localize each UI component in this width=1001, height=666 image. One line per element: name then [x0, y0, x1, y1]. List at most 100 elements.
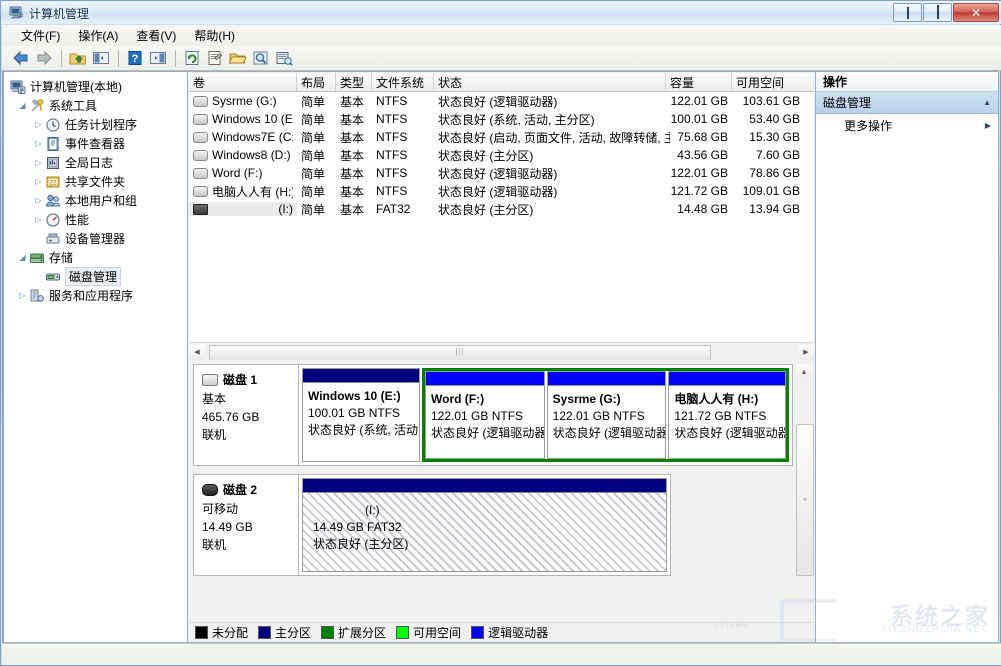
- refresh-icon[interactable]: [181, 48, 203, 69]
- open-folder-icon[interactable]: [227, 48, 249, 69]
- expander-collapsed-icon[interactable]: ▷: [16, 289, 29, 302]
- menu-action[interactable]: 操作(A): [69, 25, 127, 46]
- table-row[interactable]: Word (F:) 简单 基本 NTFS 状态良好 (逻辑驱动器) 122.01…: [189, 164, 814, 182]
- sidebar-item-label: 共享文件夹: [65, 173, 125, 190]
- action-more-actions[interactable]: 更多操作 ▶: [816, 114, 998, 136]
- volume-layout: 简单: [297, 111, 336, 128]
- drive-icon: [193, 150, 208, 161]
- window-frame: 计算机管理 ✕ 文件(F) 操作(A) 查看(V) 帮助(H): [0, 0, 1001, 666]
- expander-none: [32, 270, 45, 283]
- column-header-type[interactable]: 类型: [336, 73, 372, 91]
- maximize-button[interactable]: [923, 3, 952, 22]
- volume-filesystem: NTFS: [372, 184, 434, 198]
- chevron-right-icon[interactable]: ▶: [985, 121, 991, 130]
- menu-view[interactable]: 查看(V): [127, 25, 185, 46]
- table-row[interactable]: Windows7E (C:) 简单 基本 NTFS 状态良好 (启动, 页面文件…: [189, 128, 814, 146]
- expander-collapsed-icon[interactable]: ▷: [32, 194, 45, 207]
- expander-collapsed-icon[interactable]: ▷: [32, 137, 45, 150]
- chevron-up-icon[interactable]: ▲: [983, 98, 991, 107]
- volume-type: 基本: [336, 201, 372, 218]
- disk-info-2[interactable]: 磁盘 2 可移动 14.49 GB 联机: [194, 475, 299, 575]
- toolbar-separator: [61, 50, 62, 67]
- disk-row-1[interactable]: 磁盘 1 基本 465.76 GB 联机 Windows 10 (E:): [193, 364, 793, 466]
- sidebar-item-services-and-applications[interactable]: ▷ 服务和应用程序: [8, 286, 185, 305]
- actions-pane-header: 操作: [816, 72, 998, 92]
- table-row[interactable]: 电脑人人有 (H:) 简单 基本 NTFS 状态良好 (逻辑驱动器) 121.7…: [189, 182, 814, 200]
- hscroll-thumb[interactable]: |||: [209, 345, 711, 361]
- expander-collapsed-icon[interactable]: ▷: [32, 156, 45, 169]
- extended-partition-container: Word (F:) 122.01 GB NTFS 状态良好 (逻辑驱动器 Sys…: [422, 368, 789, 462]
- volume-list-hscrollbar[interactable]: ◀ ||| ▶: [189, 342, 814, 360]
- sidebar-item-event-viewer[interactable]: ▷ 事件查看器: [8, 134, 185, 153]
- volume-status: 状态良好 (逻辑驱动器): [434, 183, 666, 200]
- minimize-button[interactable]: [893, 3, 922, 22]
- expander-collapsed-icon[interactable]: ▷: [32, 213, 45, 226]
- sidebar-item-storage[interactable]: ◢ 存储: [8, 248, 185, 267]
- table-row[interactable]: (I:) 简单 基本 FAT32 状态良好 (主分区) 14.48 GB 13.…: [189, 200, 814, 218]
- menu-file[interactable]: 文件(F): [12, 25, 69, 46]
- properties-icon[interactable]: [204, 48, 226, 69]
- column-header-capacity[interactable]: 容量: [666, 73, 732, 91]
- column-header-volume[interactable]: 卷: [189, 73, 297, 91]
- scroll-left-button[interactable]: ◀: [189, 344, 205, 360]
- sidebar-item-device-manager[interactable]: 设备管理器: [8, 229, 185, 248]
- partition-i[interactable]: (I:) 14.49 GB FAT32 状态良好 (主分区): [302, 478, 667, 572]
- partition-word-f[interactable]: Word (F:) 122.01 GB NTFS 状态良好 (逻辑驱动器: [425, 371, 545, 459]
- console-tree: 计算机管理(本地) ◢ 系统工具: [4, 72, 187, 305]
- rescan-disks-icon[interactable]: [273, 48, 295, 69]
- shared-folder-icon: 22: [45, 174, 61, 190]
- volume-capacity: 122.01 GB: [666, 94, 732, 108]
- partition-windows10-e[interactable]: Windows 10 (E:) 100.01 GB NTFS 状态良好 (系统,…: [302, 368, 420, 462]
- show-action-pane-icon[interactable]: [147, 48, 169, 69]
- console-tree-pane: 计算机管理(本地) ◢ 系统工具: [2, 71, 188, 643]
- disk-type: 可移动: [202, 500, 290, 518]
- menu-help[interactable]: 帮助(H): [185, 25, 244, 46]
- volume-status: 状态良好 (逻辑驱动器): [434, 93, 666, 110]
- help-icon[interactable]: ?: [124, 48, 146, 69]
- sidebar-item-task-scheduler[interactable]: ▷ 任务计划程序: [8, 115, 185, 134]
- partition-sysrme-g[interactable]: Sysrme (G:) 122.01 GB NTFS 状态良好 (逻辑驱动器: [547, 371, 667, 459]
- partition-personal-h[interactable]: 电脑人人有 (H:) 121.72 GB NTFS 状态良好 (逻辑驱动器: [668, 371, 786, 459]
- disk-title-2: 磁盘 2: [202, 481, 290, 499]
- legend-free-space: 可用空间: [396, 624, 461, 641]
- expander-expanded-icon[interactable]: ◢: [16, 251, 29, 264]
- back-icon[interactable]: [10, 48, 32, 69]
- volume-name: (I:): [212, 202, 293, 216]
- sidebar-item-shared-folders[interactable]: ▷ 22 共享文件夹: [8, 172, 185, 191]
- show-hide-tree-icon[interactable]: [90, 48, 112, 69]
- scroll-right-button[interactable]: ▶: [798, 344, 814, 360]
- forward-icon[interactable]: [33, 48, 55, 69]
- table-row[interactable]: Sysrme (G:) 简单 基本 NTFS 状态良好 (逻辑驱动器) 122.…: [189, 92, 814, 110]
- up-folder-icon[interactable]: [67, 48, 89, 69]
- tree-root-computer-management[interactable]: 计算机管理(本地): [8, 77, 185, 96]
- vscroll-thumb[interactable]: ≡: [796, 424, 814, 576]
- disk-row-2[interactable]: 磁盘 2 可移动 14.49 GB 联机 (I:): [193, 474, 671, 576]
- find-icon[interactable]: [250, 48, 272, 69]
- table-row[interactable]: Windows 10 (E:) 简单 基本 NTFS 状态良好 (系统, 活动,…: [189, 110, 814, 128]
- table-row[interactable]: Windows8 (D:) 简单 基本 NTFS 状态良好 (主分区) 43.5…: [189, 146, 814, 164]
- partition-status: 状态良好 (主分区): [313, 536, 408, 553]
- column-header-freespace[interactable]: 可用空间: [732, 73, 804, 91]
- legend-swatch: [471, 626, 484, 639]
- disk-info-1[interactable]: 磁盘 1 基本 465.76 GB 联机: [194, 365, 299, 465]
- sidebar-item-system-tools[interactable]: ◢ 系统工具: [8, 96, 185, 115]
- sidebar-item-performance[interactable]: ▷ 性能: [8, 210, 185, 229]
- scroll-up-button[interactable]: ▲: [796, 364, 812, 380]
- actions-group-disk-management[interactable]: 磁盘管理 ▲: [816, 92, 998, 114]
- close-button[interactable]: ✕: [953, 3, 999, 22]
- volume-capacity: 14.48 GB: [666, 202, 732, 216]
- hscroll-track[interactable]: |||: [205, 344, 798, 360]
- sidebar-item-disk-management[interactable]: 磁盘管理: [8, 267, 185, 286]
- expander-expanded-icon[interactable]: ◢: [16, 99, 29, 112]
- services-icon: [29, 288, 45, 304]
- sidebar-item-local-users-groups[interactable]: ▷ 本地用户和组: [8, 191, 185, 210]
- column-header-layout[interactable]: 布局: [297, 73, 336, 91]
- volume-layout: 简单: [297, 165, 336, 182]
- column-header-filesystem[interactable]: 文件系统: [372, 73, 434, 91]
- volume-status: 状态良好 (主分区): [434, 147, 666, 164]
- graphical-view-vscrollbar[interactable]: ▲ ≡: [796, 364, 813, 620]
- expander-collapsed-icon[interactable]: ▷: [32, 175, 45, 188]
- sidebar-item-global-logs[interactable]: ▷ 全局日志: [8, 153, 185, 172]
- expander-collapsed-icon[interactable]: ▷: [32, 118, 45, 131]
- column-header-status[interactable]: 状态: [434, 73, 666, 91]
